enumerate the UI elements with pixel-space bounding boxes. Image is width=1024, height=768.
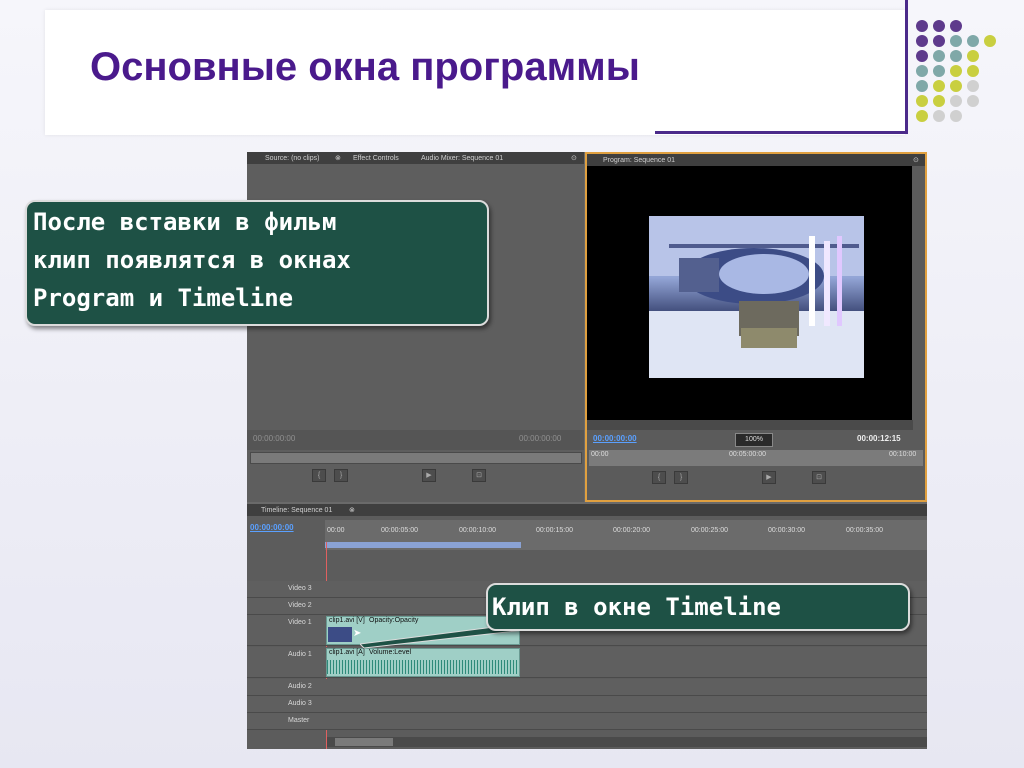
- ruler-label: 00:00:10:00: [459, 527, 496, 534]
- track-audio-1: Audio 1 clip1.avi [A] Volume:Level: [247, 647, 927, 678]
- track-label: Video 1: [288, 619, 312, 626]
- panel-menu-icon[interactable]: ⊙: [571, 153, 577, 164]
- program-timecode-bar: 00:00:00:00 100% 00:00:12:15: [587, 432, 925, 448]
- source-timecode-duration: 00:00:00:00: [519, 434, 562, 443]
- program-viewer: [587, 166, 912, 421]
- timeline-timecode[interactable]: 00:00:00:00: [250, 523, 294, 532]
- lift-icon[interactable]: ⊡: [812, 471, 826, 484]
- audio-clip-name: clip1.avi [A]: [329, 649, 365, 656]
- tab-timeline[interactable]: Timeline: Sequence 01: [261, 505, 332, 516]
- track-audio-3: Audio 3: [247, 696, 927, 713]
- audio-clip[interactable]: clip1.avi [A] Volume:Level: [326, 648, 520, 677]
- play-icon[interactable]: ▶: [762, 471, 776, 484]
- callout-insert-note: После вставки в фильм клип появлятся в о…: [25, 200, 489, 326]
- callout-line: Клип в окне Timeline: [492, 593, 781, 621]
- timeline-ruler[interactable]: 00:00 00:00:05:00 00:00:10:00 00:00:15:0…: [325, 520, 927, 550]
- tab-program[interactable]: Program: Sequence 01: [603, 155, 675, 166]
- program-tabbar: Program: Sequence 01 ⊙: [587, 154, 925, 166]
- ruler-label: 00:00: [591, 451, 609, 458]
- track-label: Audio 3: [288, 700, 312, 707]
- track-label: Video 2: [288, 602, 312, 609]
- source-tabbar: Source: (no clips) ⊗ Effect Controls Aud…: [247, 152, 584, 164]
- source-timecode-current[interactable]: 00:00:00:00: [253, 434, 295, 443]
- step-forward-icon[interactable]: }: [674, 471, 688, 484]
- scroll-thumb[interactable]: [335, 738, 393, 746]
- title-accent-line-vertical: [905, 0, 908, 133]
- zoom-value: 100%: [745, 436, 763, 443]
- program-ruler[interactable]: 00:00 00:05:00:00 00:10:00: [589, 450, 923, 466]
- ruler-label: 00:00:20:00: [613, 527, 650, 534]
- program-panel: Program: Sequence 01 ⊙ 00:00:00:00 100% …: [585, 152, 927, 502]
- program-transport-controls: { } ▶ ⊡: [652, 469, 862, 503]
- program-scroll[interactable]: [587, 420, 913, 430]
- source-timecode-bar: 00:00:00:00 00:00:00:00: [247, 430, 584, 450]
- video-frame-helicopter: [649, 216, 864, 378]
- panel-menu-icon[interactable]: ⊙: [913, 155, 919, 166]
- insert-icon[interactable]: ⊡: [472, 469, 486, 482]
- ruler-label: 00:00: [327, 527, 345, 534]
- ruler-label: 00:05:00:00: [729, 451, 766, 458]
- title-accent-line-horizontal: [655, 131, 908, 134]
- program-timecode-current[interactable]: 00:00:00:00: [593, 434, 637, 443]
- clip-thumbnail: [328, 627, 352, 642]
- timeline-scrollbar[interactable]: [327, 737, 927, 747]
- program-timecode-duration: 00:00:12:15: [857, 434, 901, 443]
- ruler-label: 00:00:30:00: [768, 527, 805, 534]
- zoom-select[interactable]: 100%: [735, 433, 773, 447]
- callout-timeline-clip: Клип в окне Timeline: [486, 583, 910, 631]
- ruler-label: 00:00:15:00: [536, 527, 573, 534]
- tab-audio-mixer[interactable]: Audio Mixer: Sequence 01: [421, 153, 503, 164]
- ruler-label: 00:00:05:00: [381, 527, 418, 534]
- helicopter-image: [649, 216, 864, 378]
- track-audio-2: Audio 2: [247, 679, 927, 696]
- close-icon[interactable]: ⊗: [335, 153, 341, 164]
- track-master: Master: [247, 713, 927, 730]
- callout-line: клип появлятся в окнах: [33, 246, 351, 274]
- tab-effect-controls[interactable]: Effect Controls: [353, 153, 399, 164]
- source-scrubber[interactable]: [250, 452, 582, 464]
- ruler-label: 00:00:25:00: [691, 527, 728, 534]
- callout-line: Program и Timeline: [33, 284, 294, 312]
- track-label: Master: [288, 717, 310, 724]
- timeline-tabbar: Timeline: Sequence 01 ⊗: [247, 504, 927, 516]
- slide-title: Основные окна программы: [90, 45, 640, 89]
- step-back-icon[interactable]: {: [312, 469, 326, 482]
- source-transport-controls: { } ▶ ⊡: [312, 467, 522, 501]
- play-icon[interactable]: ▶: [422, 469, 436, 482]
- ruler-label: 00:00:35:00: [846, 527, 883, 534]
- track-label: Video 3: [288, 585, 312, 592]
- tab-source[interactable]: Source: (no clips): [265, 153, 319, 164]
- audio-clip-effect[interactable]: Volume:Level: [369, 649, 411, 656]
- callout-line: После вставки в фильм: [33, 208, 337, 236]
- track-label: Audio 1: [288, 651, 312, 658]
- audio-waveform: [327, 660, 517, 674]
- step-forward-icon[interactable]: }: [334, 469, 348, 482]
- ruler-label: 00:10:00: [889, 451, 917, 458]
- work-area-bar[interactable]: [325, 542, 521, 548]
- step-back-icon[interactable]: {: [652, 471, 666, 484]
- track-label: Audio 2: [288, 683, 312, 690]
- close-icon[interactable]: ⊗: [349, 505, 355, 516]
